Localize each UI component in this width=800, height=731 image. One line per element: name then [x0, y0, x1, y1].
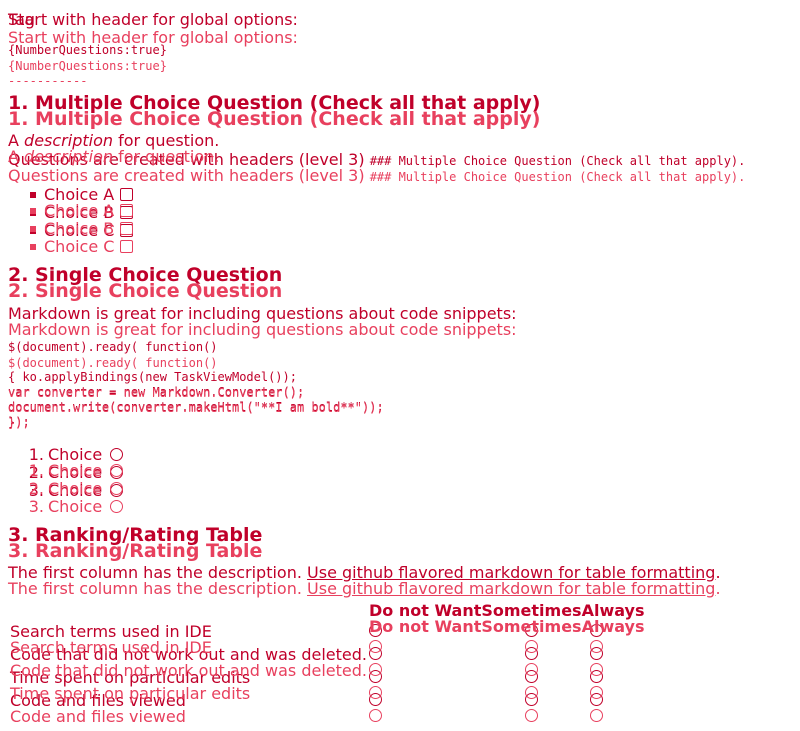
radio-button[interactable] — [110, 464, 124, 477]
column-header-sometimes: Sometimes — [481, 617, 582, 636]
global-options: {NumberQuestions:true} — [8, 59, 167, 73]
q3-heading: 3. Ranking/Rating Table — [8, 540, 263, 562]
q2-choice-1[interactable]: 1. Choice — [8, 462, 124, 480]
description-column-header — [10, 617, 369, 636]
code-line-1: $(document).ready( function() — [8, 356, 218, 370]
header-text: Start with header for global options: — [8, 10, 298, 29]
q2-choice-3[interactable]: 3. Choice — [8, 498, 124, 516]
radio-button[interactable] — [110, 448, 124, 461]
rating-table: Do not Want Sometimes Always Search term… — [10, 617, 644, 728]
code-line-1: $(document).ready( function() — [8, 340, 218, 354]
table-row: Code that did not work out and was delet… — [10, 659, 644, 682]
q2-heading: 2. Single Choice Question — [8, 280, 283, 302]
bullet-icon — [30, 191, 36, 198]
table-row: Time spent on particular edits — [10, 682, 644, 705]
radio-button[interactable] — [369, 663, 382, 676]
row-label: Search terms used in IDE — [10, 638, 212, 657]
radio-button[interactable] — [589, 709, 603, 722]
row-label: Code that did not work out and was delet… — [10, 661, 367, 680]
checkbox[interactable] — [120, 188, 134, 201]
radio-button[interactable] — [369, 640, 382, 653]
github-markdown-link[interactable]: Use github flavored markdown for table f… — [307, 579, 715, 598]
radio-button[interactable] — [369, 686, 382, 699]
column-header-always: Always — [581, 617, 645, 636]
radio-button[interactable] — [589, 640, 603, 653]
q2-intro: Markdown is great for including question… — [8, 320, 517, 339]
radio-button[interactable] — [524, 663, 538, 676]
choice-a[interactable]: Choice A — [8, 202, 134, 220]
column-header-do-not-want: Do not Want — [369, 617, 482, 636]
q1-description: A description for question. — [8, 147, 220, 166]
bullet-icon — [30, 243, 36, 250]
checkbox[interactable] — [120, 222, 134, 235]
q3-intro: The first column has the description. Us… — [8, 579, 721, 598]
bullet-icon — [30, 207, 36, 214]
checkbox[interactable] — [120, 240, 134, 253]
radio-button[interactable] — [110, 482, 124, 495]
radio-button[interactable] — [589, 663, 603, 676]
radio-button[interactable] — [524, 686, 538, 699]
bullet-icon — [30, 225, 36, 232]
choice-c[interactable]: Choice C — [8, 238, 134, 256]
q2-choice-2[interactable]: 2. Choice — [8, 480, 124, 498]
q1-heading: 1. Multiple Choice Question (Check all t… — [8, 108, 541, 130]
radio-button[interactable] — [110, 500, 124, 513]
row-label: Code and files viewed — [10, 707, 186, 726]
table-row: Search terms used in IDE — [10, 636, 644, 659]
checkbox[interactable] — [120, 204, 134, 217]
q2-choice-list: 1. Choice 2. Choice 3. Choice — [8, 462, 124, 516]
q1-choice-list: Choice A Choice B Choice C — [8, 202, 134, 256]
radio-button[interactable] — [369, 709, 382, 722]
choice-b[interactable]: Choice B — [8, 220, 134, 238]
q1-note-code: ### Multiple Choice Question (Check all … — [369, 170, 746, 184]
row-label: Time spent on particular edits — [10, 684, 251, 703]
q1-note: Questions are created with headers (leve… — [8, 166, 746, 185]
radio-button[interactable] — [524, 640, 538, 653]
title-underline: ----------- — [8, 74, 88, 88]
code-line-3: var converter = new Markdown.Converter()… — [8, 386, 305, 400]
table-row: Code and files viewed — [10, 705, 644, 728]
radio-button[interactable] — [589, 686, 603, 699]
radio-button[interactable] — [524, 709, 538, 722]
code-line-2: { ko.applyBindings(new TaskViewModel()); — [8, 370, 297, 384]
header-text: Start with header for global options: — [8, 28, 298, 47]
code-line-4: document.write(converter.makeHtml("**I a… — [8, 401, 384, 415]
code-line-5: }); — [8, 416, 30, 430]
